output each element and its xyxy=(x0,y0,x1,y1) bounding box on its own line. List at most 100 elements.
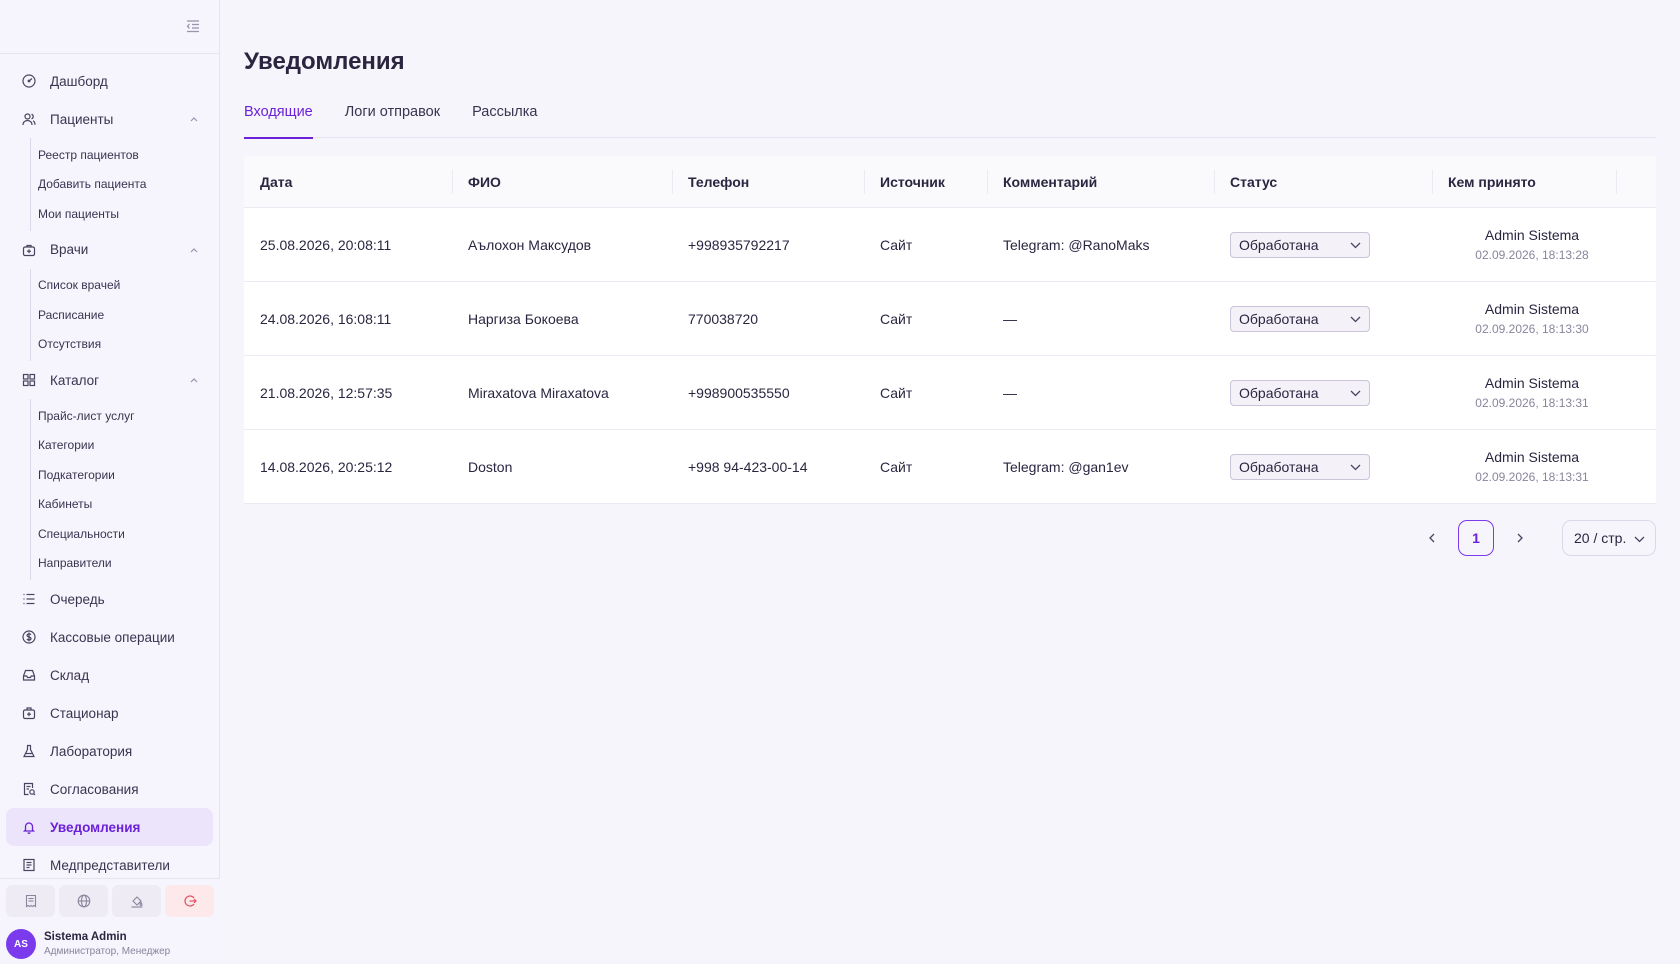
page-size-select[interactable]: 20 / стр. xyxy=(1562,520,1656,556)
status-select[interactable]: Обработана xyxy=(1230,231,1370,258)
tab-send-logs[interactable]: Логи отправок xyxy=(345,104,440,138)
chevron-up-icon xyxy=(190,117,198,122)
collapse-sidebar-icon[interactable] xyxy=(185,18,201,34)
chevron-down-icon xyxy=(1634,536,1645,543)
sidebar-item-inpatient[interactable]: Стационар xyxy=(6,694,213,732)
cell-status: Обработана xyxy=(1214,430,1432,503)
sidebar-subitem-rooms[interactable]: Кабинеты xyxy=(31,490,219,520)
cell-source: Сайт xyxy=(880,384,913,401)
cell-phone: 770038720 xyxy=(688,310,759,327)
sidebar-subitem-patient-registry[interactable]: Реестр пациентов xyxy=(31,140,219,170)
sidebar-item-notifications[interactable]: Уведомления xyxy=(6,808,213,846)
page-number-button[interactable]: 1 xyxy=(1458,520,1494,556)
globe-icon xyxy=(77,894,90,908)
notifications-table: Дата ФИО Телефон Источник Комментарий Ст… xyxy=(244,156,1656,504)
sidebar-item-label: Склад xyxy=(50,667,90,683)
column-header-phone[interactable]: Телефон xyxy=(672,156,864,207)
sidebar-subitem-price-list[interactable]: Прайс-лист услуг xyxy=(31,401,219,431)
prev-page-button[interactable] xyxy=(1414,520,1450,556)
cell-phone: +998 94-423-00-14 xyxy=(688,458,808,475)
sidebar-item-patients[interactable]: Пациенты xyxy=(6,100,213,138)
sidebar-subitem-referrers[interactable]: Направители xyxy=(31,549,219,579)
column-header-date[interactable]: Дата xyxy=(244,156,452,207)
table-row: 21.08.2026, 12:57:35 Miraxatova Miraxato… xyxy=(244,356,1656,430)
sidebar-subitem-schedule[interactable]: Расписание xyxy=(31,300,219,330)
cell-actions xyxy=(1616,208,1656,281)
chevron-down-icon xyxy=(1350,390,1361,396)
flask-icon xyxy=(23,744,35,758)
paint-bucket-icon xyxy=(131,896,143,908)
sidebar-item-doctors[interactable]: Врачи xyxy=(6,231,213,269)
chevron-right-icon xyxy=(1517,533,1523,543)
sidebar-item-cash[interactable]: Кассовые операции xyxy=(6,618,213,656)
sidebar-subitem-add-patient[interactable]: Добавить пациента xyxy=(31,170,219,200)
sidebar-item-label: Каталог xyxy=(50,372,100,388)
users-icon xyxy=(22,113,36,126)
chevron-up-icon xyxy=(190,378,198,383)
bell-icon xyxy=(22,822,36,834)
column-header-accepted-by[interactable]: Кем принято xyxy=(1432,156,1616,207)
cell-actions xyxy=(1616,282,1656,355)
sidebar-item-queue[interactable]: Очередь xyxy=(6,580,213,618)
accepted-by-name: Admin Sistema xyxy=(1484,449,1580,465)
column-header-name[interactable]: ФИО xyxy=(452,156,672,207)
sidebar-tools xyxy=(6,885,214,917)
tab-mailing[interactable]: Рассылка xyxy=(472,104,537,138)
cell-phone: +998900535550 xyxy=(688,384,790,401)
logout-icon xyxy=(183,895,197,907)
cell-date: 21.08.2026, 12:57:35 xyxy=(260,384,393,401)
sidebar-subitem-subcategories[interactable]: Подкатегории xyxy=(31,460,219,490)
cell-status: Обработана xyxy=(1214,208,1432,281)
sidebar-item-dashboard[interactable]: Дашборд xyxy=(6,62,213,100)
sidebar-item-label: Очередь xyxy=(50,591,105,607)
sidebar-subitem-absences[interactable]: Отсутствия xyxy=(31,330,219,360)
sidebar-subitem-doctor-list[interactable]: Список врачей xyxy=(31,271,219,301)
accepted-by-name: Admin Sistema xyxy=(1484,301,1580,317)
avatar: AS xyxy=(6,929,36,959)
status-select[interactable]: Обработана xyxy=(1230,453,1370,480)
accepted-by-name: Admin Sistema xyxy=(1484,375,1580,391)
column-header-comment[interactable]: Комментарий xyxy=(987,156,1214,207)
cell-actions xyxy=(1616,430,1656,503)
clipboard-icon xyxy=(23,858,35,872)
sidebar-subitem-my-patients[interactable]: Мои пациенты xyxy=(31,199,219,229)
cell-date: 24.08.2026, 16:08:11 xyxy=(260,310,392,327)
accepted-at-time: 02.09.2026, 18:13:28 xyxy=(1475,248,1589,262)
status-select[interactable]: Обработана xyxy=(1230,305,1370,332)
table-header: Дата ФИО Телефон Источник Комментарий Ст… xyxy=(244,156,1656,208)
table-row: 24.08.2026, 16:08:11 Наргиза Бокоева 770… xyxy=(244,282,1656,356)
sidebar-item-approvals[interactable]: Согласования xyxy=(6,770,213,808)
sidebar-header xyxy=(0,0,219,54)
sidebar-subitem-specialties[interactable]: Специальности xyxy=(31,519,219,549)
column-header-actions xyxy=(1616,156,1656,207)
column-header-source[interactable]: Источник xyxy=(864,156,987,207)
sidebar-item-laboratory[interactable]: Лаборатория xyxy=(6,732,213,770)
cell-status: Обработана xyxy=(1214,282,1432,355)
receipt-button[interactable] xyxy=(6,885,55,917)
next-page-button[interactable] xyxy=(1502,520,1538,556)
sidebar-subitem-categories[interactable]: Категории xyxy=(31,431,219,461)
sidebar-item-label: Кассовые операции xyxy=(50,629,175,645)
theme-button[interactable] xyxy=(112,885,161,917)
chevron-down-icon xyxy=(1350,464,1361,470)
accepted-by-name: Admin Sistema xyxy=(1484,227,1580,243)
user-profile[interactable]: AS Sistema Admin Администратор, Менеджер xyxy=(6,927,170,961)
cell-name: Miraxatova Miraxatova xyxy=(468,384,609,401)
sidebar-item-catalog[interactable]: Каталог xyxy=(6,361,213,399)
dashboard-icon xyxy=(22,74,36,88)
sidebar-item-warehouse[interactable]: Склад xyxy=(6,656,213,694)
cell-phone: +998935792217 xyxy=(688,236,790,253)
logout-button[interactable] xyxy=(165,885,214,917)
chevron-up-icon xyxy=(190,247,198,252)
cell-source: Сайт xyxy=(880,310,913,327)
cell-date: 14.08.2026, 20:25:12 xyxy=(260,458,393,475)
language-button[interactable] xyxy=(59,885,108,917)
cell-status: Обработана xyxy=(1214,356,1432,429)
cell-accepted-by: Admin Sistema 02.09.2026, 18:13:31 xyxy=(1432,356,1616,429)
column-header-status[interactable]: Статус xyxy=(1214,156,1432,207)
cell-name: Наргиза Бокоева xyxy=(468,310,579,327)
status-select[interactable]: Обработана xyxy=(1230,379,1370,406)
cell-comment: — xyxy=(1003,384,1017,401)
tab-incoming[interactable]: Входящие xyxy=(244,104,313,139)
hospital-icon xyxy=(22,707,36,720)
